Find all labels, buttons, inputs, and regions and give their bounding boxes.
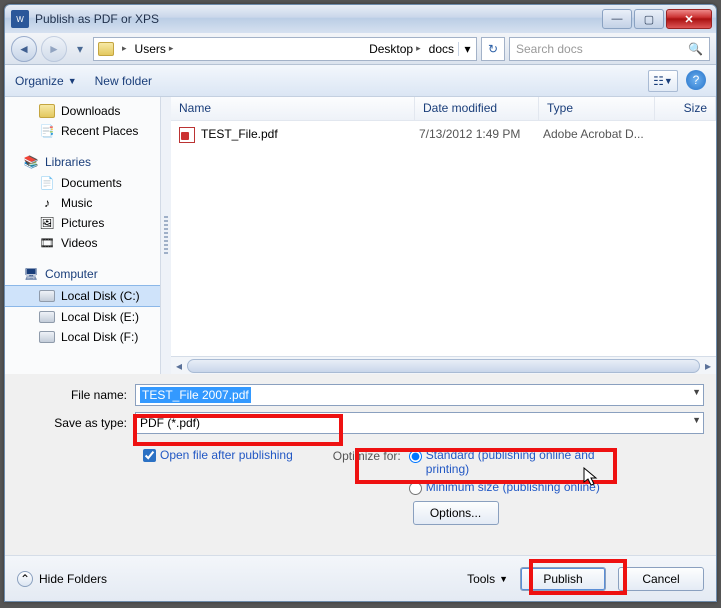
search-box[interactable]: Search docs 🔍 xyxy=(509,37,710,61)
scroll-right-button[interactable]: ▸ xyxy=(700,357,716,375)
maximize-button[interactable]: ▢ xyxy=(634,9,664,29)
tree-music[interactable]: ♪Music xyxy=(5,193,160,213)
music-icon: ♪ xyxy=(39,196,55,210)
libraries-icon: 📚 xyxy=(23,155,39,169)
toolbar: Organize ▼ New folder ☷ ▼ ? xyxy=(5,65,716,97)
optimize-standard-input[interactable] xyxy=(409,450,422,463)
dialog-footer: ⌃ Hide Folders Tools ▼ Publish Cancel xyxy=(5,555,716,601)
col-size[interactable]: Size xyxy=(655,97,716,120)
optimize-standard-radio[interactable]: Standard (publishing online and printing… xyxy=(409,448,606,476)
tree-recent-places[interactable]: 📑Recent Places xyxy=(5,121,160,141)
open-after-checkbox[interactable]: Open file after publishing xyxy=(143,448,293,462)
pdf-icon xyxy=(179,127,195,143)
drive-icon xyxy=(39,331,55,343)
tree-videos[interactable]: 🎞Videos xyxy=(5,233,160,253)
tree-drive-e[interactable]: Local Disk (E:) xyxy=(5,307,160,327)
breadcrumb-dropdown[interactable]: ▾ xyxy=(458,42,476,56)
file-row[interactable]: TEST_File.pdf 7/13/2012 1:49 PM Adobe Ac… xyxy=(171,121,716,149)
optimize-minimum-label[interactable]: Minimum size (publishing online) xyxy=(426,480,600,494)
tree-pictures[interactable]: 🖼Pictures xyxy=(5,213,160,233)
publish-button[interactable]: Publish xyxy=(520,567,606,591)
column-headers: Name Date modified Type Size xyxy=(171,97,716,121)
hide-folders-button[interactable]: ⌃ Hide Folders xyxy=(17,571,107,587)
file-name-value: TEST_File 2007.pdf xyxy=(140,387,251,403)
file-type: Adobe Acrobat D... xyxy=(543,127,659,143)
breadcrumb[interactable]: ▸ Users ▸ Desktop ▸ docs ▾ xyxy=(93,37,477,61)
new-folder-button[interactable]: New folder xyxy=(95,74,152,88)
open-after-label[interactable]: Open file after publishing xyxy=(160,448,293,462)
recent-icon: 📑 xyxy=(39,124,55,138)
file-name: TEST_File.pdf xyxy=(201,127,419,143)
folder-icon xyxy=(39,104,55,118)
save-form: File name: TEST_File 2007.pdf ▼ Save as … xyxy=(5,374,716,533)
save-type-label: Save as type: xyxy=(17,416,135,430)
file-name-label: File name: xyxy=(17,388,135,402)
refresh-button[interactable]: ↻ xyxy=(481,37,505,61)
chevron-up-icon: ⌃ xyxy=(17,571,33,587)
optimize-label: Optimize for: xyxy=(333,448,401,463)
help-button[interactable]: ? xyxy=(686,70,706,90)
scroll-left-button[interactable]: ◂ xyxy=(171,357,187,375)
organize-menu[interactable]: Organize ▼ xyxy=(15,74,77,88)
splitter-handle[interactable] xyxy=(161,97,171,374)
tree-drive-f[interactable]: Local Disk (F:) xyxy=(5,327,160,347)
horizontal-scrollbar[interactable]: ◂ ▸ xyxy=(171,356,716,374)
col-name[interactable]: Name xyxy=(171,97,415,120)
options-button[interactable]: Options... xyxy=(413,501,499,525)
close-button[interactable]: ✕ xyxy=(666,9,712,29)
col-type[interactable]: Type xyxy=(539,97,655,120)
scroll-thumb[interactable] xyxy=(187,359,700,373)
tools-menu[interactable]: Tools ▼ xyxy=(467,572,508,586)
save-type-value: PDF (*.pdf) xyxy=(140,416,200,430)
minimize-button[interactable]: — xyxy=(602,9,632,29)
save-type-select[interactable]: PDF (*.pdf) ▼ xyxy=(135,412,704,434)
save-type-dropdown[interactable]: ▼ xyxy=(692,415,701,425)
computer-icon: 🖥 xyxy=(23,267,39,281)
back-button[interactable]: ◄ xyxy=(11,36,37,62)
crumb-users[interactable]: Users xyxy=(135,42,166,56)
tree-computer[interactable]: 🖥Computer xyxy=(5,263,160,285)
recent-locations-dropdown[interactable]: ▾ xyxy=(71,38,89,60)
file-date: 7/13/2012 1:49 PM xyxy=(419,127,543,143)
file-name-dropdown[interactable]: ▼ xyxy=(692,387,701,397)
forward-button[interactable]: ► xyxy=(41,36,67,62)
tree-documents[interactable]: 📄Documents xyxy=(5,173,160,193)
crumb-desktop[interactable]: Desktop xyxy=(369,42,413,56)
view-options-button[interactable]: ☷ ▼ xyxy=(648,70,678,92)
videos-icon: 🎞 xyxy=(39,236,55,250)
tree-downloads[interactable]: Downloads xyxy=(5,101,160,121)
file-name-input[interactable]: TEST_File 2007.pdf ▼ xyxy=(135,384,704,406)
window-title: Publish as PDF or XPS xyxy=(35,12,602,26)
crumb-docs[interactable]: docs xyxy=(429,42,454,56)
dialog-publish: W Publish as PDF or XPS — ▢ ✕ ◄ ► ▾ ▸ Us… xyxy=(4,4,717,602)
search-icon: 🔍 xyxy=(688,42,703,56)
tree-libraries[interactable]: 📚Libraries xyxy=(5,151,160,173)
documents-icon: 📄 xyxy=(39,176,55,190)
drive-icon xyxy=(39,311,55,323)
tree-drive-c[interactable]: Local Disk (C:) xyxy=(5,285,160,307)
main-area: Downloads 📑Recent Places 📚Libraries 📄Doc… xyxy=(5,97,716,374)
title-bar: W Publish as PDF or XPS — ▢ ✕ xyxy=(5,5,716,33)
nav-row: ◄ ► ▾ ▸ Users ▸ Desktop ▸ docs ▾ ↻ Searc… xyxy=(5,33,716,65)
file-list: Name Date modified Type Size TEST_File.p… xyxy=(171,97,716,374)
optimize-minimum-input[interactable] xyxy=(409,482,422,495)
col-date[interactable]: Date modified xyxy=(415,97,539,120)
cancel-button[interactable]: Cancel xyxy=(618,567,704,591)
optimize-standard-label[interactable]: Standard (publishing online and printing… xyxy=(426,448,606,476)
search-placeholder: Search docs xyxy=(516,42,583,56)
nav-tree: Downloads 📑Recent Places 📚Libraries 📄Doc… xyxy=(5,97,161,374)
drive-icon xyxy=(39,290,55,302)
folder-icon xyxy=(98,42,114,56)
pictures-icon: 🖼 xyxy=(39,216,55,230)
open-after-input[interactable] xyxy=(143,449,156,462)
word-app-icon: W xyxy=(11,10,29,28)
optimize-minimum-radio[interactable]: Minimum size (publishing online) xyxy=(409,480,606,495)
